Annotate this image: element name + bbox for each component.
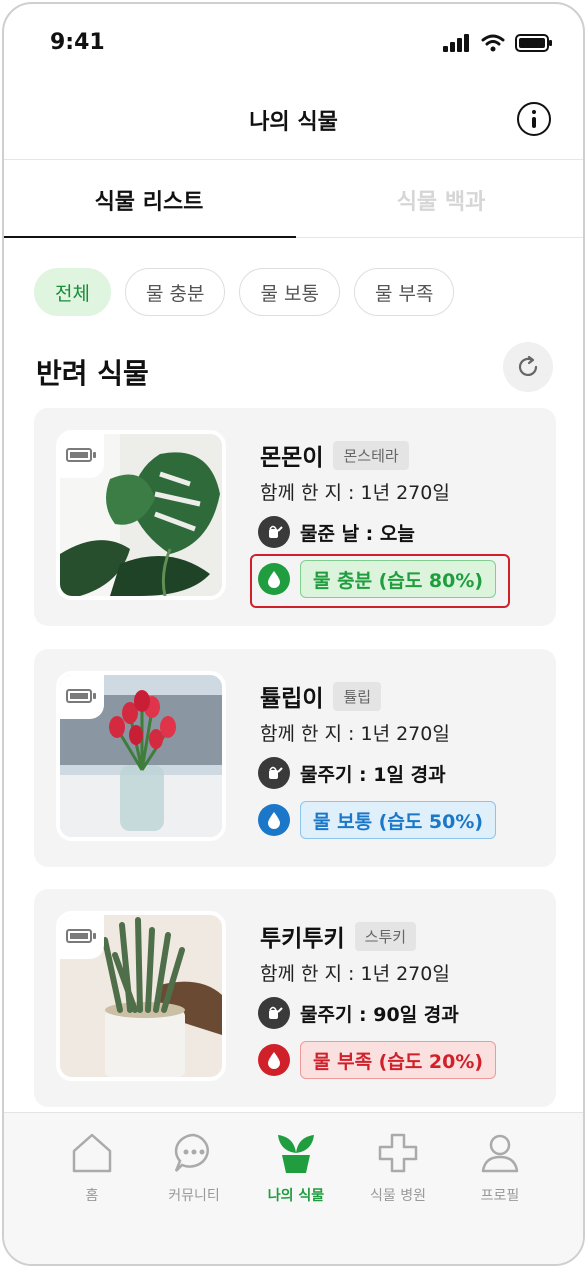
filter-water-enough[interactable]: 물 충분 bbox=[124, 268, 226, 316]
plant-species-badge: 몬스테라 bbox=[333, 440, 409, 470]
status-icons bbox=[443, 34, 553, 52]
plant-icon bbox=[278, 1135, 314, 1173]
battery-indicator bbox=[60, 915, 104, 959]
plant-name: 튤립이 bbox=[260, 686, 324, 712]
plant-name-row: 몬몬이 몬스테라 bbox=[260, 438, 409, 472]
water-drop-icon bbox=[258, 804, 290, 836]
plant-together-days: 함께 한 지 : 1년 270일 bbox=[260, 723, 450, 745]
watering-can-icon bbox=[258, 997, 290, 1029]
refresh-icon bbox=[518, 355, 538, 376]
highlight-box bbox=[250, 554, 510, 608]
water-info-text: 물주기 : 1일 경과 bbox=[300, 763, 446, 786]
nav-home[interactable]: 홈 bbox=[42, 1131, 142, 1205]
plant-card[interactable]: 투키투키 스투키 함께 한 지 : 1년 270일 물주기 : 90일 경과 물… bbox=[34, 889, 556, 1107]
filter-water-low[interactable]: 물 부족 bbox=[353, 268, 455, 316]
battery-indicator bbox=[60, 675, 104, 719]
watering-can-icon bbox=[258, 757, 290, 789]
plant-photo bbox=[56, 911, 226, 1081]
battery-status-icon bbox=[515, 34, 552, 52]
nav-profile[interactable]: 프로필 bbox=[450, 1131, 550, 1205]
wifi-icon bbox=[481, 34, 505, 52]
filter-all[interactable]: 전체 bbox=[34, 268, 111, 316]
nav-plant-hospital[interactable]: 식물 병원 bbox=[348, 1131, 448, 1205]
moisture-status-badge: 물 부족 (습도 20%) bbox=[300, 1041, 497, 1079]
water-drop-icon bbox=[258, 1044, 290, 1076]
refresh-button[interactable] bbox=[503, 342, 553, 392]
plant-water-info: 물주기 : 1일 경과 bbox=[258, 757, 446, 789]
water-info-text: 물준 날 : 오늘 bbox=[300, 522, 415, 545]
nav-label: 프로필 bbox=[480, 1188, 520, 1204]
battery-indicator bbox=[60, 434, 104, 478]
tab-plant-list[interactable]: 식물 리스트 bbox=[4, 184, 294, 216]
nav-community[interactable]: 커뮤니티 bbox=[144, 1131, 244, 1205]
filter-chips: 전체 물 충분 물 보통 물 부족 bbox=[34, 268, 455, 316]
app-header: 나의 식물 bbox=[4, 84, 583, 160]
nav-label: 나의 식물 bbox=[267, 1188, 325, 1204]
nav-my-plants[interactable]: 나의 식물 bbox=[246, 1131, 346, 1205]
status-time: 9:41 bbox=[50, 30, 105, 55]
tab-plant-encyclopedia[interactable]: 식물 백과 bbox=[296, 184, 583, 216]
signal-icon bbox=[443, 34, 469, 52]
moisture-status-badge: 물 보통 (습도 50%) bbox=[300, 801, 497, 839]
page-title: 나의 식물 bbox=[249, 110, 338, 135]
home-icon bbox=[72, 1133, 112, 1173]
status-bar: 9:41 bbox=[4, 4, 583, 84]
plus-icon bbox=[378, 1133, 418, 1173]
tab-bar: 식물 리스트 식물 백과 bbox=[4, 160, 583, 238]
plant-photo bbox=[56, 671, 226, 841]
nav-label: 홈 bbox=[85, 1188, 99, 1204]
plant-name: 투키투키 bbox=[260, 926, 345, 952]
plant-species-badge: 스투키 bbox=[354, 921, 417, 951]
tab-active-indicator bbox=[4, 236, 296, 238]
profile-icon bbox=[481, 1134, 519, 1173]
plant-water-info: 물준 날 : 오늘 bbox=[258, 516, 415, 548]
plant-together-days: 함께 한 지 : 1년 270일 bbox=[260, 482, 450, 504]
chat-icon bbox=[174, 1133, 209, 1172]
info-icon[interactable] bbox=[517, 102, 551, 136]
watering-can-icon bbox=[258, 516, 290, 548]
plant-water-info: 물주기 : 90일 경과 bbox=[258, 997, 459, 1029]
nav-label: 식물 병원 bbox=[370, 1188, 426, 1204]
plant-card[interactable]: 몬몬이 몬스테라 함께 한 지 : 1년 270일 물준 날 : 오늘 물 충분… bbox=[34, 408, 556, 626]
plant-card[interactable]: 튤립이 튤립 함께 한 지 : 1년 270일 물주기 : 1일 경과 물 보통… bbox=[34, 649, 556, 867]
nav-label: 커뮤니티 bbox=[168, 1188, 220, 1204]
plant-name: 몬몬이 bbox=[260, 445, 324, 471]
plant-species-badge: 튤립 bbox=[333, 681, 382, 711]
app-screen: 9:41 나의 식물 식물 리스트 식물 백과 전체 물 충분 물 보통 물 부… bbox=[2, 2, 585, 1266]
plant-name-row: 투키투키 스투키 bbox=[260, 919, 417, 953]
section-title: 반려 식물 bbox=[36, 357, 149, 390]
plant-photo bbox=[56, 430, 226, 600]
plant-name-row: 튤립이 튤립 bbox=[260, 679, 382, 713]
bottom-nav: 홈 커뮤니티 나의 식물 식물 병원 프로필 bbox=[4, 1112, 583, 1264]
plant-together-days: 함께 한 지 : 1년 270일 bbox=[260, 963, 450, 985]
water-info-text: 물주기 : 90일 경과 bbox=[300, 1003, 459, 1026]
plant-moisture-status: 물 부족 (습도 20%) bbox=[258, 1041, 497, 1079]
plant-moisture-status: 물 보통 (습도 50%) bbox=[258, 801, 497, 839]
filter-water-normal[interactable]: 물 보통 bbox=[239, 268, 340, 316]
